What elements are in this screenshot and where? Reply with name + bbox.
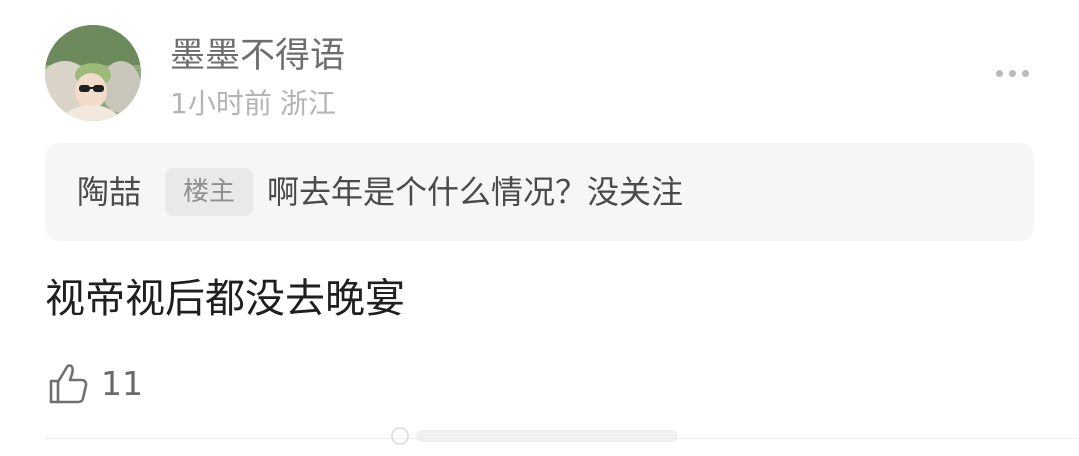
- like-count: 11: [101, 364, 143, 403]
- comment-card: 墨墨不得语 1小时前 浙江 陶喆 楼主 啊去年是个什么情况？没关注 视帝视后都没去…: [0, 0, 1079, 456]
- thumbs-up-icon: [49, 364, 88, 404]
- username[interactable]: 墨墨不得语: [170, 34, 345, 78]
- op-badge: 楼主: [165, 168, 253, 216]
- more-dots-icon: [1008, 69, 1016, 77]
- more-options-button[interactable]: [982, 58, 1042, 88]
- quoted-reply[interactable]: 陶喆 楼主 啊去年是个什么情况？没关注: [45, 143, 1034, 241]
- comment-content: 视帝视后都没去晚宴: [45, 276, 405, 322]
- more-dots-icon: [1021, 69, 1029, 77]
- avatar-image: [45, 25, 141, 121]
- quoted-author[interactable]: 陶喆: [77, 172, 141, 212]
- avatar[interactable]: [45, 25, 141, 121]
- post-meta: 1小时前 浙江: [170, 86, 336, 122]
- quoted-text: 啊去年是个什么情况？没关注: [267, 173, 684, 211]
- like-button[interactable]: 11: [45, 360, 143, 408]
- post-time: 1小时前: [170, 87, 272, 120]
- watermark-logo: [391, 427, 678, 445]
- more-dots-icon: [995, 69, 1003, 77]
- post-location: 浙江: [279, 87, 336, 120]
